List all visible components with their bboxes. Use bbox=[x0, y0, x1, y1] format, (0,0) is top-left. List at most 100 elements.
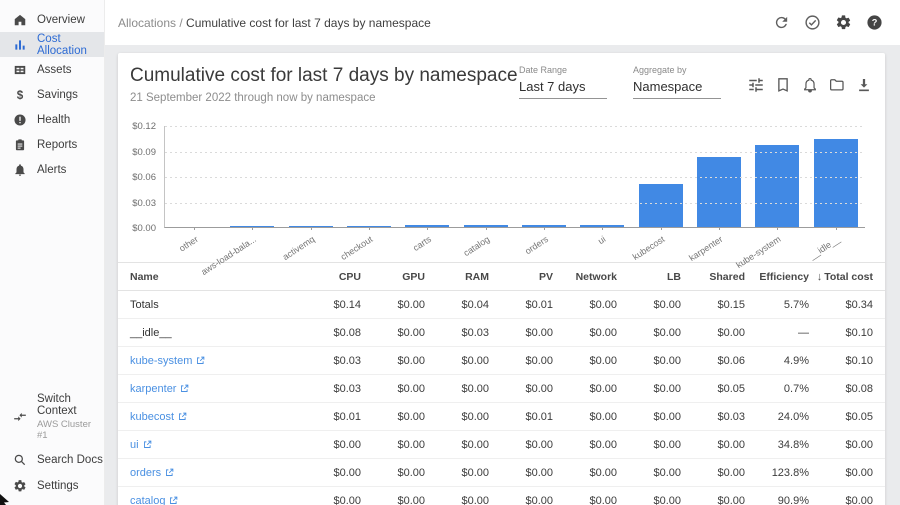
refresh-icon[interactable] bbox=[773, 14, 790, 31]
cell-ram: $0.04 bbox=[425, 291, 489, 319]
filters-tune-icon[interactable] bbox=[747, 76, 765, 94]
aggregate-by-label: Aggregate by bbox=[633, 65, 721, 75]
bar-kubecost[interactable] bbox=[639, 184, 683, 227]
cell-gpu: $0.00 bbox=[361, 487, 425, 505]
alert-bell-icon[interactable] bbox=[801, 76, 819, 94]
settings-button[interactable]: Settings bbox=[0, 473, 104, 499]
cell-shared: $0.06 bbox=[681, 347, 745, 375]
check-circle-icon[interactable] bbox=[804, 14, 821, 31]
external-link-icon bbox=[169, 496, 178, 505]
cell-gpu: $0.00 bbox=[361, 347, 425, 375]
sidebar-item-cost-allocation[interactable]: Cost Allocation bbox=[0, 32, 104, 57]
help-icon[interactable]: ? bbox=[866, 14, 883, 31]
bar-karpenter[interactable] bbox=[697, 157, 741, 227]
name-cell: karpenter bbox=[118, 375, 297, 403]
table-row: kube-system $0.03$0.00$0.00$0.00$0.00$0.… bbox=[118, 347, 885, 375]
cell-efficiency: 5.7% bbox=[745, 291, 809, 319]
x-axis-tick bbox=[427, 227, 428, 230]
main-area: Allocations / Cumulative cost for last 7… bbox=[105, 0, 900, 505]
sidebar: Overview Cost Allocation Assets $ Saving… bbox=[0, 0, 105, 505]
row-name[interactable]: catalog bbox=[130, 495, 165, 505]
gridline bbox=[165, 126, 865, 127]
download-icon[interactable] bbox=[855, 76, 873, 94]
y-axis-tick-label: $0.12 bbox=[126, 121, 156, 132]
bookmark-icon[interactable] bbox=[774, 76, 792, 94]
search-docs-button[interactable]: Search Docs bbox=[0, 447, 104, 473]
bar-kube-system[interactable] bbox=[755, 145, 799, 227]
cell-pv: $0.00 bbox=[489, 347, 553, 375]
column-header-network[interactable]: Network bbox=[553, 263, 617, 291]
sidebar-item-assets[interactable]: Assets bbox=[0, 57, 104, 82]
report-toolbar bbox=[747, 76, 873, 94]
row-name[interactable]: orders bbox=[130, 467, 161, 479]
name-cell: orders bbox=[118, 459, 297, 487]
breadcrumb-page: Cumulative cost for last 7 days by names… bbox=[186, 16, 431, 30]
cell-lb: $0.00 bbox=[617, 403, 681, 431]
date-range-select[interactable]: Last 7 days bbox=[519, 79, 607, 99]
cell-pv: $0.00 bbox=[489, 459, 553, 487]
cell-lb: $0.00 bbox=[617, 431, 681, 459]
cell-shared: $0.00 bbox=[681, 487, 745, 505]
breadcrumb-section[interactable]: Allocations bbox=[118, 16, 176, 30]
row-name[interactable]: kubecost bbox=[130, 411, 174, 423]
row-name[interactable]: ui bbox=[130, 439, 139, 451]
sidebar-item-overview[interactable]: Overview bbox=[0, 7, 104, 32]
cell-cpu: $0.03 bbox=[297, 347, 361, 375]
external-link-icon bbox=[165, 468, 174, 477]
column-header-total-cost[interactable]: ↓Total cost bbox=[809, 263, 885, 291]
cell-total-cost: $0.10 bbox=[809, 319, 885, 347]
x-axis-tick bbox=[777, 227, 778, 230]
external-link-icon bbox=[178, 412, 187, 421]
x-axis-tick-label: ui bbox=[597, 234, 608, 246]
sidebar-item-reports[interactable]: Reports bbox=[0, 132, 104, 157]
folder-icon[interactable] bbox=[828, 76, 846, 94]
column-header-pv[interactable]: PV bbox=[489, 263, 553, 291]
cell-lb: $0.00 bbox=[617, 375, 681, 403]
cell-efficiency: 24.0% bbox=[745, 403, 809, 431]
row-name: Totals bbox=[130, 299, 159, 311]
column-header-lb[interactable]: LB bbox=[617, 263, 681, 291]
cell-cpu: $0.00 bbox=[297, 459, 361, 487]
cell-total-cost: $0.00 bbox=[809, 431, 885, 459]
cell-network: $0.00 bbox=[553, 291, 617, 319]
report-card: Cumulative cost for last 7 days by names… bbox=[118, 53, 885, 505]
reports-icon bbox=[13, 138, 27, 152]
chart-plot: otheraws-load-bala...activemqcheckoutcar… bbox=[164, 126, 865, 228]
x-axis-tick-label: karpenter bbox=[687, 234, 724, 263]
column-header-gpu[interactable]: GPU bbox=[361, 263, 425, 291]
row-name[interactable]: kube-system bbox=[130, 355, 192, 367]
sidebar-item-alerts[interactable]: Alerts bbox=[0, 157, 104, 182]
cell-gpu: $0.00 bbox=[361, 375, 425, 403]
cell-shared: $0.00 bbox=[681, 431, 745, 459]
dollar-icon: $ bbox=[13, 88, 27, 102]
x-axis-tick-label: checkout bbox=[339, 234, 375, 262]
column-header-efficiency[interactable]: Efficiency bbox=[745, 263, 809, 291]
cell-total-cost: $0.00 bbox=[809, 459, 885, 487]
aggregate-by-select[interactable]: Namespace bbox=[633, 79, 721, 99]
row-name[interactable]: karpenter bbox=[130, 383, 176, 395]
column-header-cpu[interactable]: CPU bbox=[297, 263, 361, 291]
bar-chart-icon bbox=[13, 38, 27, 52]
cell-ram: $0.03 bbox=[425, 319, 489, 347]
x-axis-tick-label: activemq bbox=[281, 234, 317, 262]
cell-ram: $0.00 bbox=[425, 375, 489, 403]
name-cell: catalog bbox=[118, 487, 297, 505]
cell-efficiency: 4.9% bbox=[745, 347, 809, 375]
svg-text:$: $ bbox=[17, 89, 24, 102]
sidebar-item-savings[interactable]: $ Savings bbox=[0, 82, 104, 107]
sidebar-item-label: Overview bbox=[37, 14, 85, 26]
column-header-shared[interactable]: Shared bbox=[681, 263, 745, 291]
sidebar-item-health[interactable]: Health bbox=[0, 107, 104, 132]
column-header-ram[interactable]: RAM bbox=[425, 263, 489, 291]
cell-shared: $0.05 bbox=[681, 375, 745, 403]
cell-total-cost: $0.05 bbox=[809, 403, 885, 431]
gridline bbox=[165, 203, 865, 204]
table-row: karpenter $0.03$0.00$0.00$0.00$0.00$0.00… bbox=[118, 375, 885, 403]
sidebar-item-label: Health bbox=[37, 114, 70, 126]
switch-context-button[interactable]: Switch Context AWS Cluster #1 bbox=[0, 387, 104, 447]
cell-total-cost: $0.34 bbox=[809, 291, 885, 319]
aggregate-by-field: Aggregate by Namespace bbox=[633, 65, 721, 99]
gear-icon[interactable] bbox=[835, 14, 852, 31]
table-row: __idle__ $0.08$0.00$0.03$0.00$0.00$0.00$… bbox=[118, 319, 885, 347]
cell-cpu: $0.00 bbox=[297, 431, 361, 459]
